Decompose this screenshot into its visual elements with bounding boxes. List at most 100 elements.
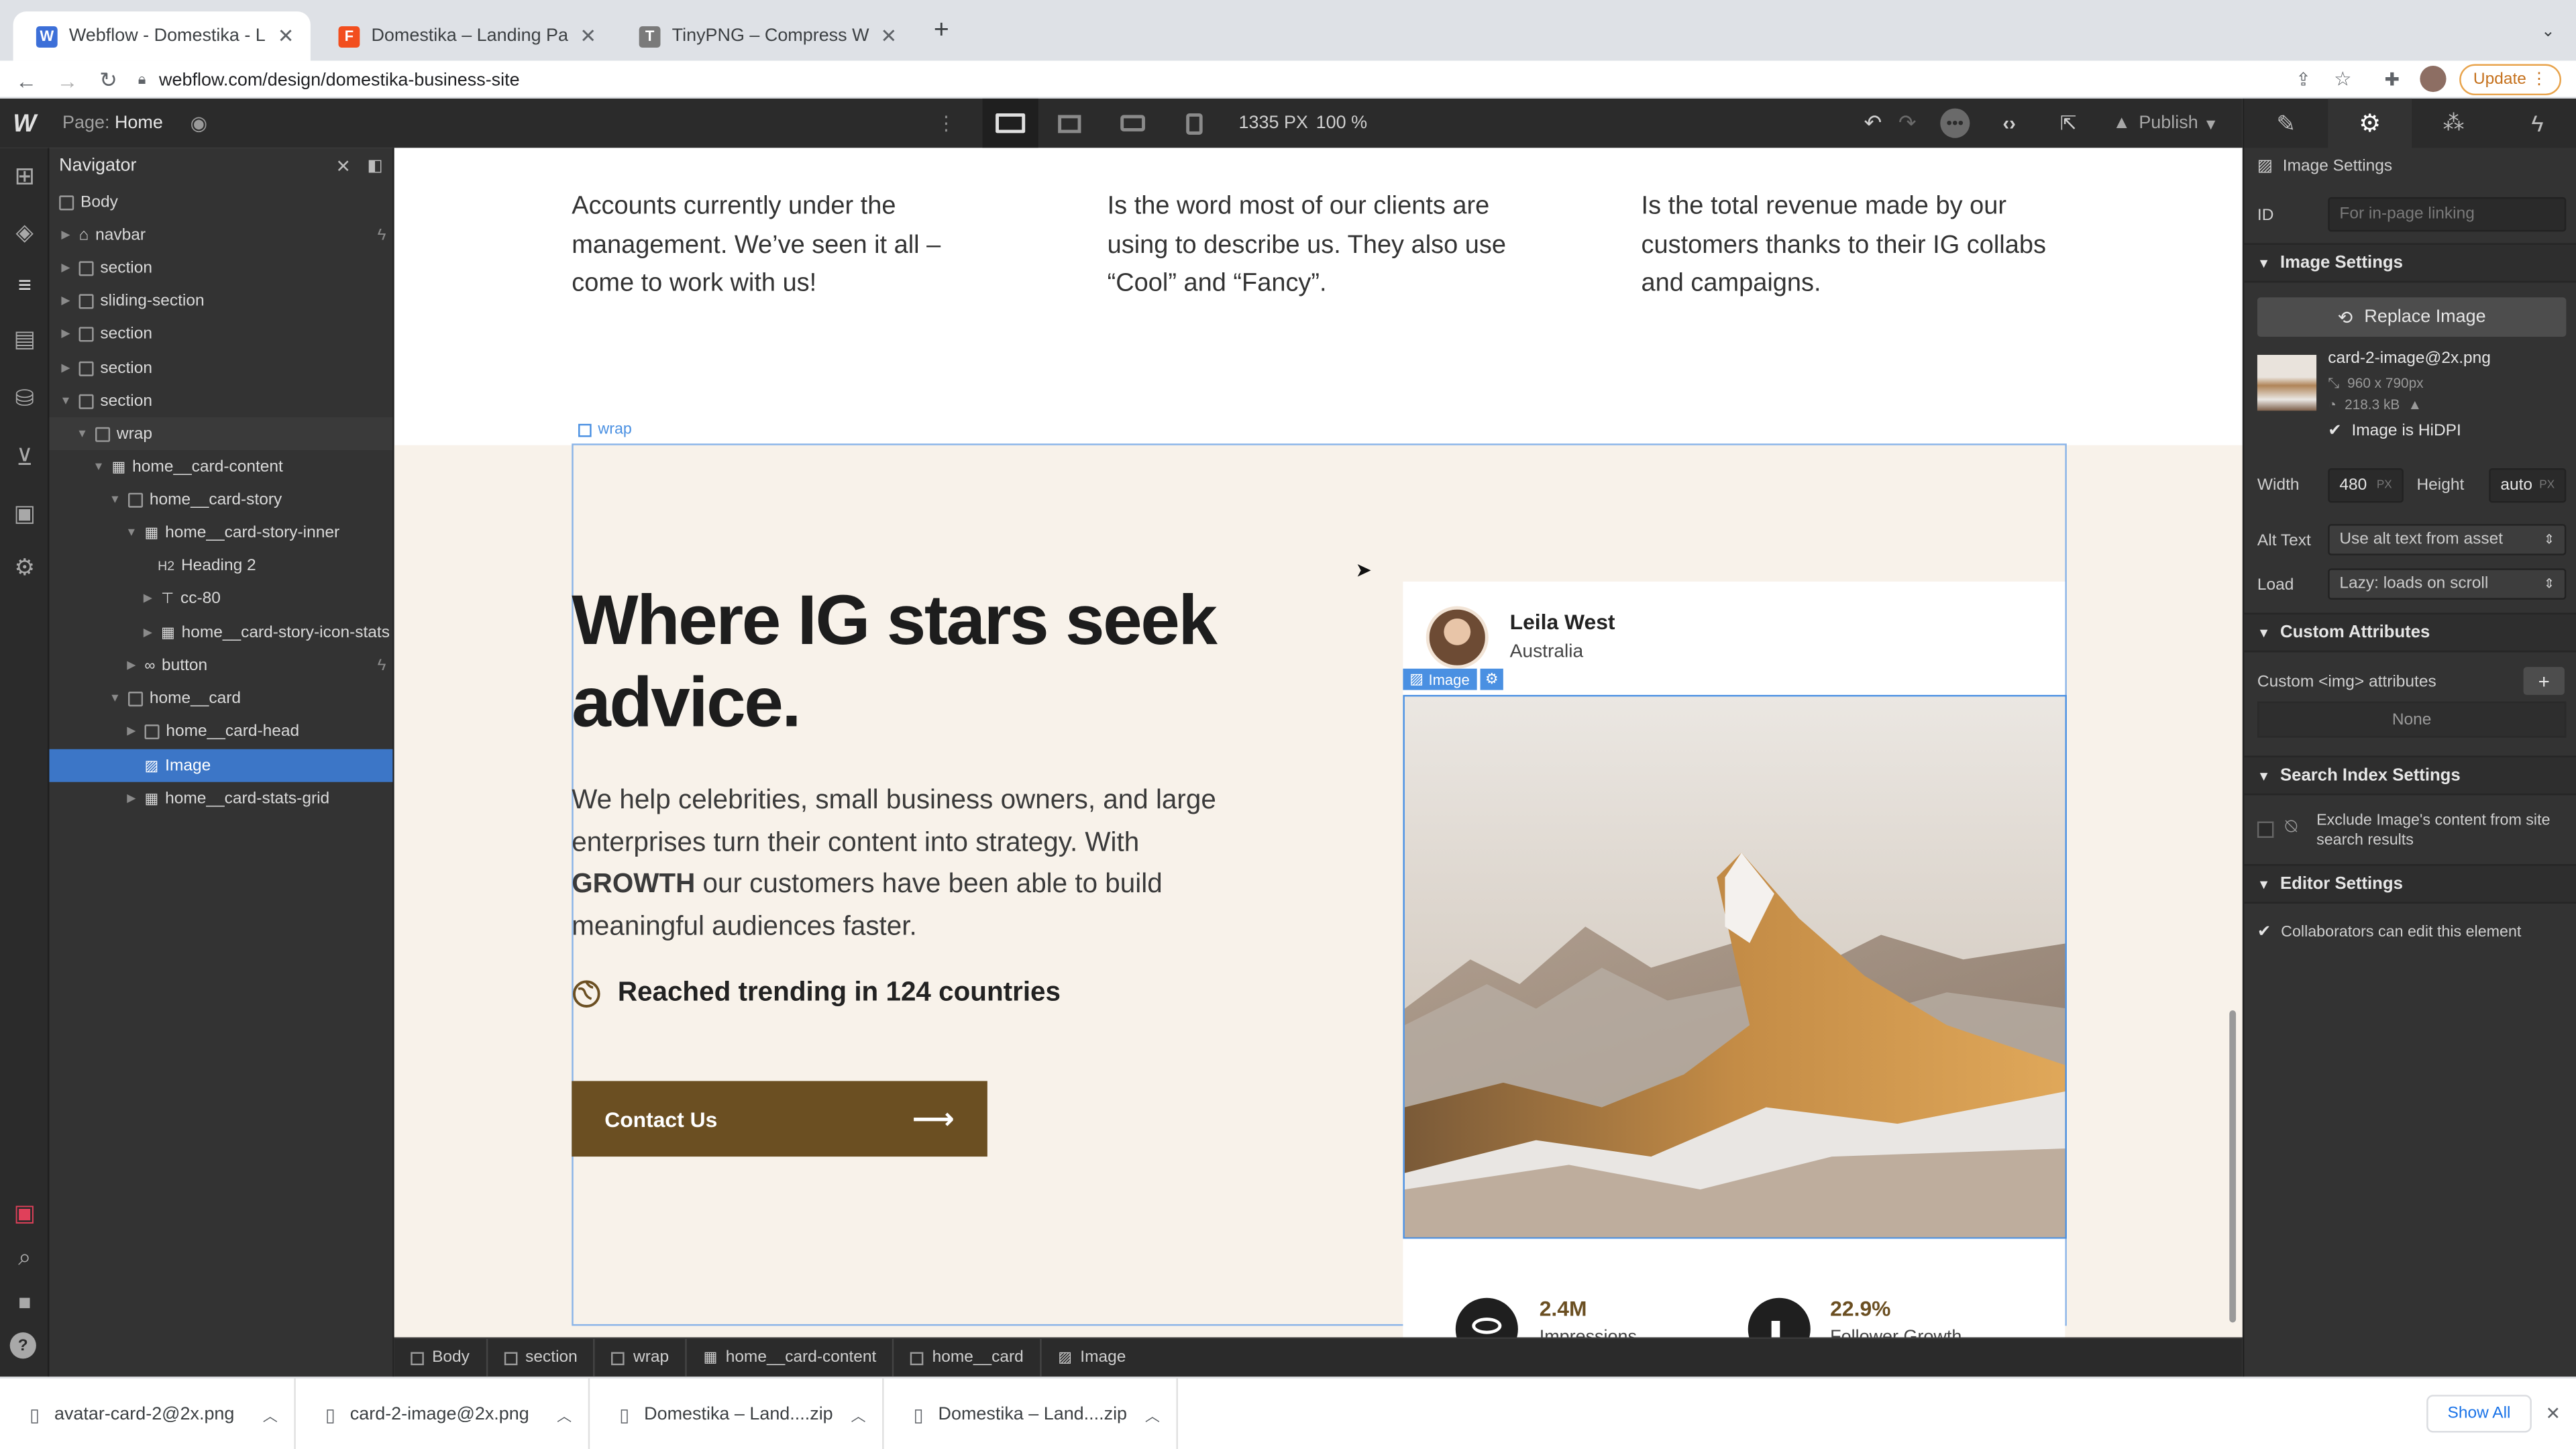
nav-item-button[interactable]: ▶ ∞ button ϟ — [49, 649, 392, 682]
download-item[interactable]: ▯ card-2-image@2x.png ︿ — [296, 1378, 590, 1449]
video-tutorial-icon[interactable]: ■ — [10, 1287, 40, 1316]
breakpoint-desktop-button[interactable] — [982, 98, 1038, 148]
redo-icon[interactable]: ↷ — [1894, 110, 1921, 136]
breadcrumb-item-home-card[interactable]: home__card — [894, 1338, 1042, 1378]
assets-images-icon[interactable]: ▣ — [10, 498, 40, 527]
chevron-up-icon[interactable]: ︿ — [263, 1404, 278, 1426]
reload-icon[interactable]: ↻ — [95, 67, 121, 93]
element-settings-gear-icon[interactable]: ⚙ — [1480, 668, 1504, 690]
dock-panel-icon[interactable]: ◧ — [367, 157, 382, 175]
help-icon[interactable]: ? — [9, 1332, 36, 1359]
image-settings-section[interactable]: ▼ Image Settings — [2244, 243, 2576, 283]
nav-item-section[interactable]: ▶ section — [49, 352, 392, 384]
exclude-search-checkbox[interactable] — [2257, 821, 2274, 838]
custom-attributes-section[interactable]: ▼ Custom Attributes — [2244, 612, 2576, 653]
nav-item-sliding-section[interactable]: ▶ sliding-section — [49, 284, 392, 317]
nav-item-heading-2[interactable]: H2 Heading 2 — [49, 549, 392, 582]
tab-tinypng[interactable]: T TinyPNG – Compress WebP, P ✕ — [616, 11, 913, 60]
width-input[interactable]: 480 PX — [2328, 468, 2404, 503]
chevron-up-icon[interactable]: ︿ — [557, 1404, 572, 1426]
zoom-readout[interactable]: 100 % — [1316, 113, 1367, 133]
nav-item-home-card-stats-grid[interactable]: ▶ ▦ home__card-stats-grid — [49, 782, 392, 815]
close-icon[interactable]: ✕ — [881, 25, 898, 48]
download-item[interactable]: ▯ Domestika – Land....zip ︿ — [884, 1378, 1178, 1449]
ecommerce-cart-icon[interactable]: ⊻ — [10, 442, 40, 472]
update-button[interactable]: Update ⋮ — [2459, 64, 2561, 96]
contact-us-button[interactable]: Contact Us ⟶ — [572, 1081, 987, 1157]
export-icon[interactable]: ⇱ — [2053, 110, 2083, 136]
breadcrumb-item-wrap[interactable]: wrap — [596, 1338, 688, 1378]
breakpoint-tablet-button[interactable] — [1170, 99, 1219, 148]
search-icon[interactable]: ⌕ — [10, 1242, 40, 1271]
nav-item-home-card-story-icon-stats[interactable]: ▶ ▦ home__card-story-icon-stats — [49, 616, 392, 649]
extensions-icon[interactable]: ✚ — [2381, 67, 2404, 90]
cms-database-icon[interactable]: ⛁ — [10, 383, 40, 413]
nav-item-home-card-content[interactable]: ▼ ▦ home__card-content — [49, 450, 392, 483]
nav-item-body[interactable]: Body — [49, 186, 392, 219]
bookmark-star-icon[interactable]: ☆ — [2331, 67, 2354, 90]
nav-item-navbar[interactable]: ▶ ⌂ navbar ϟ — [49, 219, 392, 252]
chevron-up-icon[interactable]: ︿ — [1145, 1404, 1160, 1426]
breakpoint-tablet-landscape-button[interactable] — [1108, 99, 1157, 148]
close-downloads-icon[interactable]: ✕ — [2543, 1401, 2563, 1424]
tab-search-chevron-icon[interactable]: ⌄ — [2536, 19, 2559, 42]
symbols-cube-icon[interactable]: ◈ — [10, 217, 40, 246]
breadcrumb-item-body[interactable]: Body — [394, 1338, 488, 1378]
forward-arrow-icon[interactable]: → — [54, 67, 80, 93]
page-selector[interactable]: Page: Home — [62, 113, 163, 133]
tab-style-manager[interactable]: ✎ — [2244, 99, 2328, 148]
editor-settings-section[interactable]: ▼ Editor Settings — [2244, 864, 2576, 904]
nav-item-image-selected[interactable]: ▨ Image — [49, 749, 393, 782]
preview-eye-icon[interactable]: ◉ — [186, 110, 212, 136]
replace-image-button[interactable]: ⟲ Replace Image — [2257, 297, 2567, 337]
profile-avatar[interactable] — [2420, 65, 2447, 93]
more-vertical-icon[interactable]: ⋮ — [936, 110, 956, 136]
load-select[interactable]: Lazy: loads on scroll ⇕ — [2328, 568, 2567, 600]
comments-icon[interactable]: ••• — [1940, 108, 1970, 138]
search-index-section[interactable]: ▼ Search Index Settings — [2244, 755, 2576, 796]
download-item[interactable]: ▯ avatar-card-2@2x.png ︿ — [0, 1378, 296, 1449]
url-field[interactable]: 🔒︎ webflow.com/design/domestika-business… — [138, 61, 2274, 99]
close-panel-icon[interactable]: ✕ — [335, 155, 351, 176]
code-icon[interactable]: ‹› — [1994, 110, 2024, 136]
section-paragraph[interactable]: We help celebrities, small business owne… — [572, 780, 1229, 948]
chevron-up-icon[interactable]: ︿ — [851, 1404, 866, 1426]
pages-icon[interactable]: ▤ — [10, 323, 40, 353]
nav-item-home-card[interactable]: ▼ home__card — [49, 682, 392, 714]
nav-item-home-card-story[interactable]: ▼ home__card-story — [49, 483, 392, 516]
breadcrumb-item-home-card-content[interactable]: ▦ home__card-content — [687, 1338, 895, 1378]
publish-button[interactable]: ▲ Publish ▾ — [2112, 113, 2215, 135]
undo-icon[interactable]: ↶ — [1860, 110, 1886, 136]
canvas-scrollbar[interactable] — [2229, 1010, 2237, 1323]
settings-gear-icon[interactable]: ⚙ — [10, 552, 40, 582]
section-heading[interactable]: Where IG stars seek advice. — [572, 580, 1262, 744]
add-attribute-button[interactable]: + — [2523, 667, 2565, 695]
collaborators-edit-checkbox[interactable]: ✔ Collaborators can edit this element — [2257, 923, 2521, 941]
nav-item-cc-80[interactable]: ▶ ⊤ cc-80 — [49, 582, 392, 614]
nav-item-section-open[interactable]: ▼ section — [49, 384, 392, 417]
close-icon[interactable]: ✕ — [580, 25, 596, 48]
back-arrow-icon[interactable]: ← — [13, 67, 40, 93]
breadcrumb-item-image[interactable]: ▨ Image — [1042, 1338, 1142, 1378]
id-input[interactable]: For in-page linking — [2328, 197, 2567, 232]
record-icon[interactable]: ▣ — [10, 1197, 40, 1227]
breakpoint-desktop-button-2[interactable] — [1045, 99, 1094, 148]
nav-item-section[interactable]: ▶ section — [49, 252, 392, 284]
tab-webflow[interactable]: W Webflow - Domestika - Landin ✕ — [13, 11, 311, 61]
tab-style-selectors[interactable]: ⁂ — [2412, 99, 2496, 148]
download-item[interactable]: ▯ Domestika – Land....zip ︿ — [590, 1378, 884, 1449]
alt-text-select[interactable]: Use alt text from asset ⇕ — [2328, 524, 2567, 555]
tab-figma[interactable]: F Domestika – Landing Page – Fi ✕ — [315, 11, 612, 60]
close-icon[interactable]: ✕ — [278, 25, 294, 48]
breadcrumb-item-section[interactable]: section — [488, 1338, 596, 1378]
navigator-layers-icon[interactable]: ≡ — [10, 270, 40, 299]
height-input[interactable]: auto PX — [2489, 468, 2567, 503]
tab-element-settings[interactable]: ⚙ — [2328, 98, 2412, 148]
nav-item-section[interactable]: ▶ section — [49, 317, 392, 350]
nav-item-wrap[interactable]: ▼ wrap — [49, 417, 393, 451]
card-image[interactable] — [1403, 694, 2067, 1239]
design-canvas[interactable]: Accounts currently under the management.… — [394, 148, 2243, 1338]
add-elements-icon[interactable]: ⊞ — [10, 161, 40, 191]
share-icon[interactable]: ⇪ — [2292, 67, 2314, 90]
nav-item-home-card-head[interactable]: ▶ home__card-head — [49, 714, 392, 747]
